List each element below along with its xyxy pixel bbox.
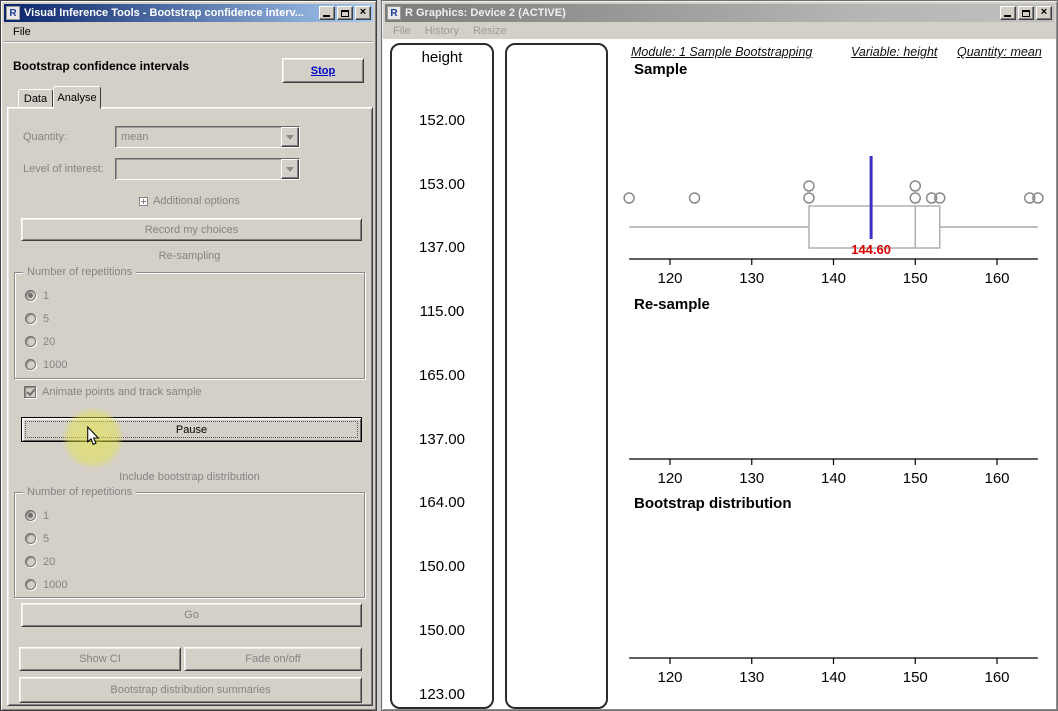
tab-data[interactable]: Data [18,89,53,108]
vit-titlebar[interactable]: R Visual Inference Tools - Bootstrap con… [4,4,373,22]
svg-text:140: 140 [821,669,846,686]
maximize-icon [341,10,349,17]
sample-plot: 120 130 140 150 160 120 130 140 150 160 120 130 140 1… [383,39,1056,710]
graphics-canvas: height 152.00 153.00 137.00 115.00 165.0… [383,39,1056,709]
svg-text:120: 120 [657,470,682,487]
graphics-titlebar[interactable]: R R Graphics: Device 2 (ACTIVE) × [385,4,1054,22]
close-icon: × [360,7,366,18]
svg-text:160: 160 [984,669,1009,686]
minimize-button[interactable] [1000,6,1016,20]
svg-text:160: 160 [984,470,1009,487]
svg-text:130: 130 [739,270,764,287]
vit-window: R Visual Inference Tools - Bootstrap con… [0,0,377,711]
r-app-icon: R [6,6,20,20]
r-app-icon: R [387,6,401,20]
menu-resize[interactable]: Resize [473,25,507,37]
svg-text:130: 130 [739,669,764,686]
svg-text:144.60: 144.60 [851,242,891,257]
stop-button[interactable]: Stop [282,58,364,83]
close-button[interactable]: × [355,6,371,20]
close-icon: × [1041,7,1047,18]
minimize-icon [323,15,330,17]
svg-text:130: 130 [739,470,764,487]
maximize-button[interactable] [337,6,353,20]
vit-window-title: Visual Inference Tools - Bootstrap confi… [24,7,319,19]
svg-text:150: 150 [903,669,928,686]
svg-text:120: 120 [657,270,682,287]
svg-text:150: 150 [903,470,928,487]
svg-text:140: 140 [821,470,846,487]
analyse-tab-panel [7,107,373,706]
panel-title: Bootstrap confidence intervals [13,59,189,73]
r-graphics-window: R R Graphics: Device 2 (ACTIVE) × File H… [381,0,1058,711]
svg-text:140: 140 [821,270,846,287]
maximize-icon [1022,10,1030,17]
menu-file[interactable]: File [13,26,31,38]
minimize-icon [1004,15,1011,17]
svg-text:150: 150 [903,270,928,287]
menu-history[interactable]: History [425,25,459,37]
graphics-window-title: R Graphics: Device 2 (ACTIVE) [405,7,1000,19]
close-button[interactable]: × [1036,6,1052,20]
svg-text:120: 120 [657,669,682,686]
vit-menubar: File [4,22,373,42]
minimize-button[interactable] [319,6,335,20]
menu-file[interactable]: File [393,25,411,37]
svg-text:160: 160 [984,270,1009,287]
graphics-menubar: File History Resize [385,23,1054,39]
tab-analyse[interactable]: Analyse [53,86,101,109]
maximize-button[interactable] [1018,6,1034,20]
